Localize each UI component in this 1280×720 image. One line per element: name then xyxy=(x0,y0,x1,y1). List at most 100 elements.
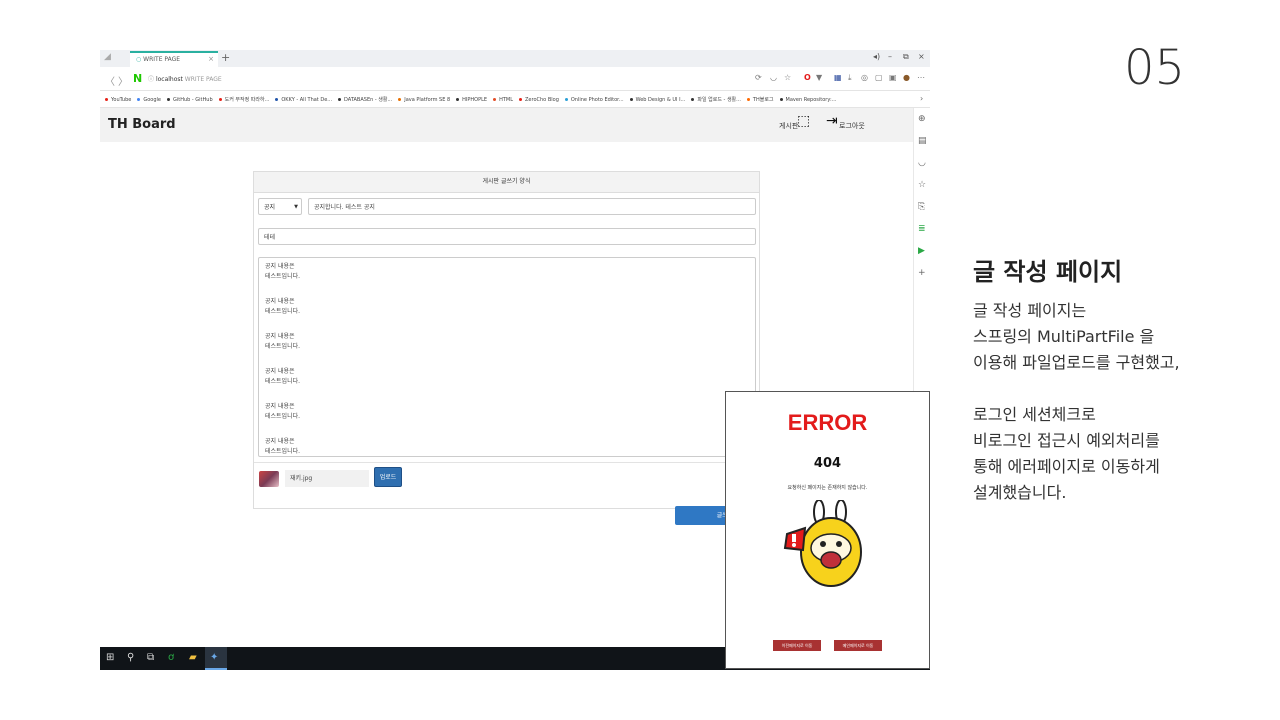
board-icon[interactable]: ⬚ xyxy=(797,113,810,129)
star-icon[interactable]: ☆ xyxy=(784,73,791,82)
nav-board-link[interactable]: 게시판 xyxy=(779,121,798,131)
close-window-icon[interactable]: × xyxy=(918,52,925,61)
minimize-icon[interactable]: – xyxy=(888,52,892,61)
bookmark-item[interactable]: Web Design & UI I... xyxy=(629,92,686,107)
file-thumbnail xyxy=(259,471,279,487)
list-icon[interactable]: ≣ xyxy=(918,224,926,234)
writer-input[interactable]: 테테 xyxy=(258,228,756,245)
audio-icon[interactable]: ◂) xyxy=(873,52,880,61)
error-page-screenshot: ERROR 404 요청하신 페이지는 존재하지 않습니다. 이전페이지로 이동… xyxy=(725,391,930,669)
bookmark-item[interactable]: TH블로그 xyxy=(746,92,774,107)
forward-icon[interactable]: 〉 xyxy=(118,73,128,88)
bookmark-item[interactable]: 파일 업로드 - 생활... xyxy=(691,92,741,107)
brand-logo[interactable]: TH Board xyxy=(108,117,176,132)
player-icon[interactable]: ▶ xyxy=(918,246,925,256)
bookmark-favicon-icon xyxy=(519,98,522,101)
error-message: 요청하신 페이지는 존재하지 않습니다. xyxy=(787,485,868,491)
title-input[interactable]: 공지합니다. 테스트 공지 xyxy=(308,198,756,215)
more-icon[interactable]: ⋯ xyxy=(917,73,925,82)
bookmark-label: HIPHOPLE xyxy=(462,97,488,103)
write-form-panel: 게시판 글쓰기 양식 공지 ▼ 공지합니다. 테스트 공지 테테 공지 내용은 … xyxy=(253,171,760,509)
bookmark-label: Online Photo Editor... xyxy=(570,97,624,103)
bookmark-label: Google xyxy=(143,97,161,103)
shield-icon[interactable]: ◡ xyxy=(770,73,777,82)
category-value: 공지 xyxy=(264,204,276,211)
bookmarks-more-icon[interactable]: › xyxy=(920,94,923,103)
naver-logo-icon[interactable]: N xyxy=(133,72,142,85)
restore-icon[interactable]: ⧉ xyxy=(903,52,909,62)
bookmark-star-icon[interactable]: ☆ xyxy=(918,180,926,190)
add-sidebar-icon[interactable]: + xyxy=(918,268,926,278)
file-name-field[interactable]: 재키.jpg xyxy=(285,470,369,487)
upload-button[interactable]: 업로드 xyxy=(374,467,402,487)
bookmark-favicon-icon xyxy=(275,98,279,101)
bookmark-item[interactable]: 도커 무작정 따라하... xyxy=(218,92,269,107)
profile-icon[interactable]: ● xyxy=(903,73,910,82)
browser-tab[interactable]: ○ WRITE PAGE × xyxy=(130,51,218,67)
content-textarea[interactable]: 공지 내용은 테스트입니다. 공지 내용은 테스트입니다. 공지 내용은 테스트입니… xyxy=(258,257,756,457)
logout-icon[interactable]: ⇥ xyxy=(826,113,838,129)
bookmark-label: Maven Repository:... xyxy=(785,97,837,103)
bookmark-item[interactable]: HIPHOPLE xyxy=(456,92,488,107)
bookmark-label: 파일 업로드 - 생활... xyxy=(697,97,741,103)
app-navbar: TH Board 게시판 ⬚ ⇥ 로그아웃 xyxy=(100,108,913,142)
bookmark-item[interactable]: GitHub - GitHub xyxy=(166,92,213,107)
category-select[interactable]: 공지 ▼ xyxy=(258,198,302,215)
url-title: WRITE PAGE xyxy=(184,76,222,83)
task-view-icon[interactable]: ⧉ xyxy=(147,652,154,663)
back-icon[interactable]: 〈 xyxy=(105,73,115,88)
bookmark-favicon-icon xyxy=(493,98,497,101)
go-previous-page-button[interactable]: 이전페이지로 이동 xyxy=(773,640,821,651)
bookmark-label: Web Design & UI I... xyxy=(635,97,686,103)
search-icon[interactable]: ⊕ xyxy=(918,114,926,124)
nav-logout-link[interactable]: 로그아웃 xyxy=(839,121,865,131)
bookmark-label: HTML xyxy=(499,97,513,103)
bookmark-item[interactable]: OKKY - All That De... xyxy=(275,92,332,107)
app-bird-icon[interactable]: ✦ xyxy=(210,652,218,663)
bookmark-item[interactable]: HTML xyxy=(493,92,513,107)
tab-favicon-icon: ○ xyxy=(136,56,142,63)
crying-character-icon xyxy=(783,500,862,587)
flag-icon[interactable]: ▦ xyxy=(834,73,842,82)
bookmark-item[interactable]: DATABASEn - 생활... xyxy=(338,92,392,107)
naver-whale-icon[interactable]: ơ xyxy=(168,652,174,663)
bookmark-item[interactable]: Online Photo Editor... xyxy=(564,92,624,107)
camera-icon[interactable]: ◎ xyxy=(861,73,868,82)
close-tab-icon[interactable]: × xyxy=(208,53,214,66)
chevron-down-icon: ▼ xyxy=(294,204,298,210)
slide-title: 글 작성 페이지 xyxy=(973,258,1123,286)
windows-start-icon[interactable]: ⊞ xyxy=(106,652,114,663)
search-taskbar-icon[interactable]: ⚲ xyxy=(127,652,134,663)
go-main-page-button[interactable]: 메인페이지로 이동 xyxy=(834,640,882,651)
history-icon[interactable]: ⎘ xyxy=(918,202,925,212)
error-title: ERROR xyxy=(787,410,868,435)
bookmark-item[interactable]: Maven Repository:... xyxy=(779,92,837,107)
download-icon[interactable]: ⤓ xyxy=(848,73,852,83)
error-code: 404 xyxy=(813,456,842,471)
bookmark-item[interactable]: Google xyxy=(137,92,161,107)
content-paragraph: 공지 내용은 테스트입니다. xyxy=(265,263,301,280)
file-explorer-icon[interactable]: ▰ xyxy=(189,652,197,663)
address-bar: 〈 〉 N ⓘ localhost WRITE PAGE ⟳ ◡ ☆ O ▼ ▦… xyxy=(100,70,930,91)
bookmark-item[interactable]: ZeroCho Blog xyxy=(519,92,559,107)
bookmark-favicon-icon xyxy=(137,98,141,101)
wallet-icon[interactable]: ▢ xyxy=(875,73,883,82)
new-tab-icon[interactable]: + xyxy=(221,51,230,64)
extension-icon[interactable]: ▣ xyxy=(889,73,897,82)
browser-menu-icon[interactable]: ◢ xyxy=(104,52,111,62)
pocket-icon[interactable]: ◡ xyxy=(918,158,926,168)
bookmark-item[interactable]: YouTube xyxy=(105,92,131,107)
bookmark-label: ZeroCho Blog xyxy=(525,97,559,103)
url-field[interactable]: ⓘ localhost WRITE PAGE xyxy=(148,74,222,83)
bookmark-item[interactable]: Java Platform SE 8 xyxy=(398,92,451,107)
news-icon[interactable]: ▤ xyxy=(918,136,927,146)
bookmark-favicon-icon xyxy=(564,98,568,101)
content-paragraph: 공지 내용은 테스트입니다. xyxy=(265,438,301,455)
bookmark-label: TH블로그 xyxy=(752,97,774,103)
url-host: localhost xyxy=(155,76,183,83)
reload-icon[interactable]: ⟳ xyxy=(755,73,762,82)
content-paragraph: 공지 내용은 테스트입니다. xyxy=(265,298,301,315)
opera-icon[interactable]: O xyxy=(804,73,811,82)
bookmark-label: Java Platform SE 8 xyxy=(404,97,451,103)
vpn-icon[interactable]: ▼ xyxy=(816,73,822,82)
